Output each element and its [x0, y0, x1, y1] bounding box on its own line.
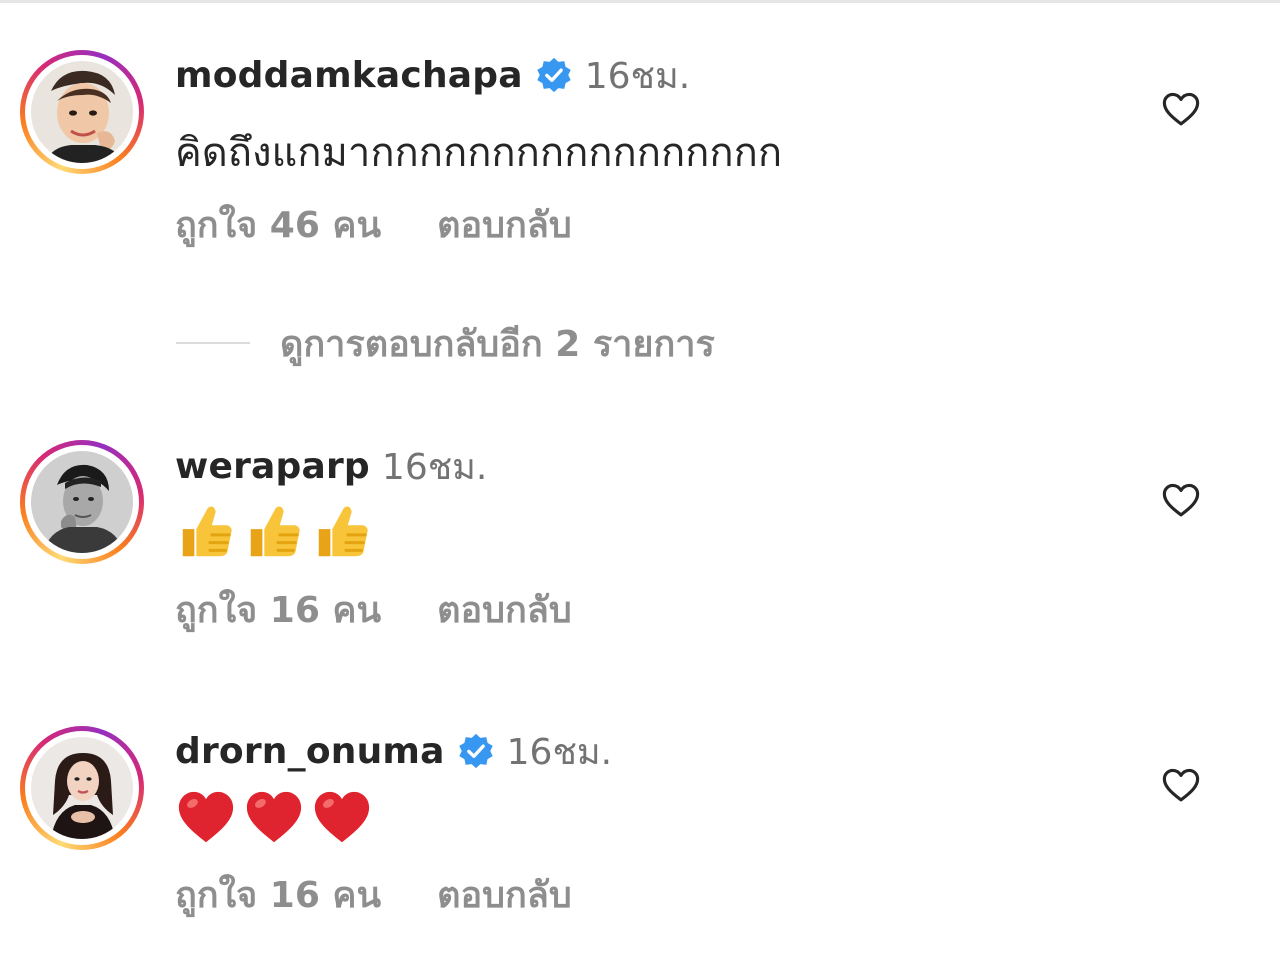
- like-heart-icon[interactable]: [1160, 479, 1202, 521]
- replies-divider: [176, 342, 250, 344]
- comment-emojis: [175, 786, 373, 848]
- reply-button[interactable]: ตอบกลับ: [437, 196, 572, 253]
- comment-text: คิดถึงแกมากกกกกกกกกกกกกกกกก: [175, 130, 783, 176]
- thumbs-up-icon: [182, 506, 232, 557]
- comment-time: 16ชม.: [381, 446, 488, 488]
- top-divider: [0, 0, 1280, 3]
- likes-count[interactable]: ถูกใจ 16 คน: [175, 581, 381, 638]
- likes-count[interactable]: ถูกใจ 16 คน: [175, 866, 381, 923]
- avatar[interactable]: [31, 737, 133, 839]
- comment-emojis: [175, 500, 373, 562]
- username[interactable]: moddamkachapa: [175, 55, 523, 96]
- likes-count[interactable]: ถูกใจ 46 คน: [175, 196, 381, 253]
- username[interactable]: drorn_onuma: [175, 731, 445, 772]
- story-ring[interactable]: [20, 440, 144, 564]
- comment-time: 16ชม.: [584, 55, 691, 97]
- view-more-replies[interactable]: ดูการตอบกลับอีก 2 รายการ: [176, 318, 715, 368]
- like-heart-icon[interactable]: [1160, 764, 1202, 806]
- verified-badge-icon: [537, 57, 571, 93]
- avatar[interactable]: [31, 451, 133, 553]
- thumbs-up-icon: [250, 506, 300, 557]
- red-heart-icon: [314, 791, 370, 843]
- reply-button[interactable]: ตอบกลับ: [437, 866, 572, 923]
- view-more-replies-label[interactable]: ดูการตอบกลับอีก 2 รายการ: [280, 315, 715, 372]
- comment-time: 16ชม.: [506, 731, 613, 773]
- reply-button[interactable]: ตอบกลับ: [437, 581, 572, 638]
- red-heart-icon: [246, 791, 302, 843]
- story-ring[interactable]: [20, 726, 144, 850]
- red-heart-icon: [178, 791, 234, 843]
- thumbs-up-icon: [318, 506, 368, 557]
- story-ring[interactable]: [20, 50, 144, 174]
- verified-badge-icon: [458, 733, 493, 769]
- like-heart-icon[interactable]: [1160, 88, 1202, 130]
- avatar[interactable]: [31, 61, 133, 163]
- username[interactable]: weraparp: [175, 446, 370, 487]
